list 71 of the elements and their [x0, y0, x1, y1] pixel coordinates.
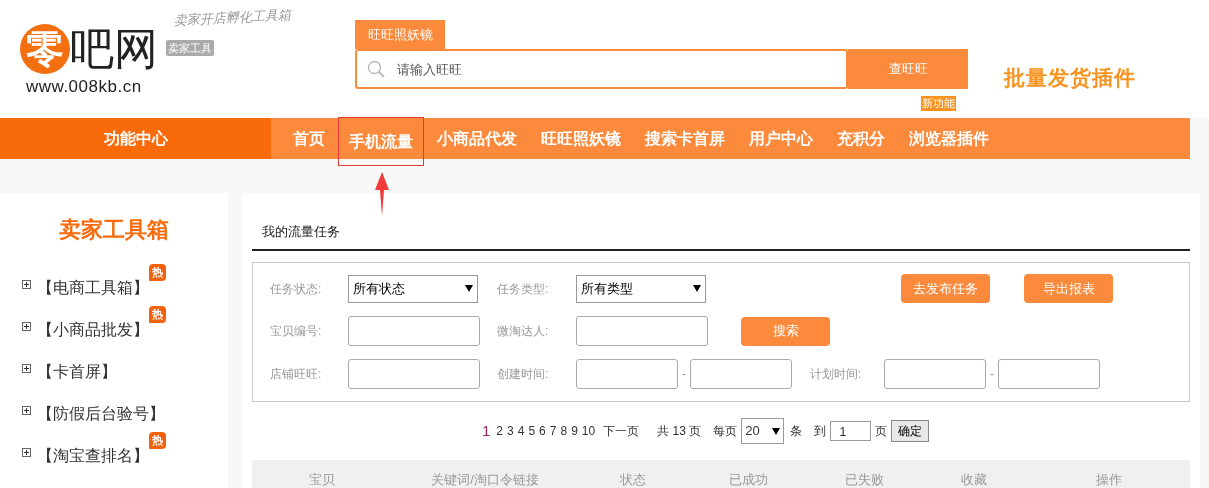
logo-text: 吧网: [70, 24, 158, 74]
column-header: 已成功: [728, 471, 768, 488]
page-link[interactable]: 5: [528, 422, 536, 440]
filter-label: 店铺旺旺:: [270, 366, 323, 383]
type-select[interactable]: 所有类型: [576, 274, 706, 303]
filter-label: 宝贝编号:: [270, 323, 323, 340]
sidebar-item[interactable]: 【卡首屏】: [37, 360, 117, 384]
page-link[interactable]: 2: [496, 422, 504, 440]
logo-mark: 零: [20, 24, 70, 74]
column-header: 状态: [620, 471, 646, 488]
total-pages: 共 13 页: [657, 423, 702, 440]
item-id-field[interactable]: [348, 316, 480, 346]
goto-unit: 页: [875, 423, 888, 440]
created-start-field[interactable]: [576, 359, 678, 389]
section-title: 我的流量任务: [262, 224, 340, 239]
column-header: 操作: [1096, 471, 1122, 488]
page-link[interactable]: 4: [517, 422, 525, 440]
sidebar-item[interactable]: 【电商工具箱】: [37, 276, 149, 300]
filter-label: 任务类型:: [497, 280, 550, 298]
filter-label: 任务状态:: [270, 280, 323, 298]
column-header: 已失败: [844, 471, 884, 488]
dropdown-caret-icon: [772, 427, 781, 435]
new-feature-badge: 新功能: [921, 96, 956, 111]
range-dash: -: [989, 366, 995, 383]
per-page-select[interactable]: 20: [741, 418, 785, 444]
page-link[interactable]: 6: [539, 422, 546, 440]
column-header: 宝贝: [309, 471, 335, 488]
nav-title: 功能中心: [0, 118, 271, 159]
expand-icon[interactable]: [22, 406, 31, 415]
hot-badge: 热: [149, 306, 166, 323]
dropdown-caret-icon: [465, 285, 473, 292]
planned-end-field[interactable]: [998, 359, 1100, 389]
page-link[interactable]: 10: [581, 422, 596, 440]
sidebar-item[interactable]: 【淘宝查排名】: [37, 444, 149, 468]
page-link[interactable]: 3: [507, 422, 514, 440]
search-icon: [367, 60, 385, 78]
expand-icon[interactable]: [22, 280, 31, 289]
range-dash: -: [681, 366, 687, 383]
page-link[interactable]: 7: [549, 422, 557, 440]
page-link[interactable]: 1: [482, 419, 491, 443]
goto-page-field[interactable]: 1: [830, 421, 872, 441]
page-link[interactable]: 8: [560, 422, 568, 440]
confirm-button[interactable]: 确定: [891, 420, 930, 442]
search-field[interactable]: 请输入旺旺: [355, 49, 848, 89]
filter-label: 微淘达人:: [497, 323, 550, 340]
goto-label: 到: [814, 423, 827, 440]
planned-start-field[interactable]: [884, 359, 986, 389]
sidebar-title: 卖家工具箱: [59, 216, 169, 244]
site-url: www.008kb.cn: [26, 76, 142, 98]
expand-icon[interactable]: [22, 322, 31, 331]
status-select[interactable]: 所有状态: [348, 274, 478, 303]
dropdown-caret-icon: [693, 285, 701, 292]
sidebar-item[interactable]: 【防假后台验号】: [37, 402, 165, 426]
filter-label: 创建时间:: [497, 366, 550, 383]
page-link[interactable]: 9: [571, 422, 578, 440]
created-end-field[interactable]: [690, 359, 792, 389]
column-header: 关键词/淘口令链接: [431, 471, 539, 488]
column-header: 收藏: [961, 471, 987, 488]
tagline: 卖家开店孵化工具箱: [173, 5, 292, 31]
filter-label: 计划时间:: [810, 366, 863, 383]
per-page-label: 每页: [713, 423, 738, 440]
hot-badge: 热: [149, 264, 166, 281]
seller-tools-badge: 卖家工具: [166, 39, 214, 56]
sidebar-item[interactable]: 【小商品批发】: [37, 318, 149, 342]
expand-icon[interactable]: [22, 448, 31, 457]
per-page-unit: 条: [790, 423, 803, 440]
shop-field[interactable]: [348, 359, 480, 389]
hot-badge: 热: [149, 432, 166, 449]
expand-icon[interactable]: [22, 364, 31, 373]
next-page-link[interactable]: 下一页: [603, 422, 640, 440]
talent-field[interactable]: [576, 316, 708, 346]
